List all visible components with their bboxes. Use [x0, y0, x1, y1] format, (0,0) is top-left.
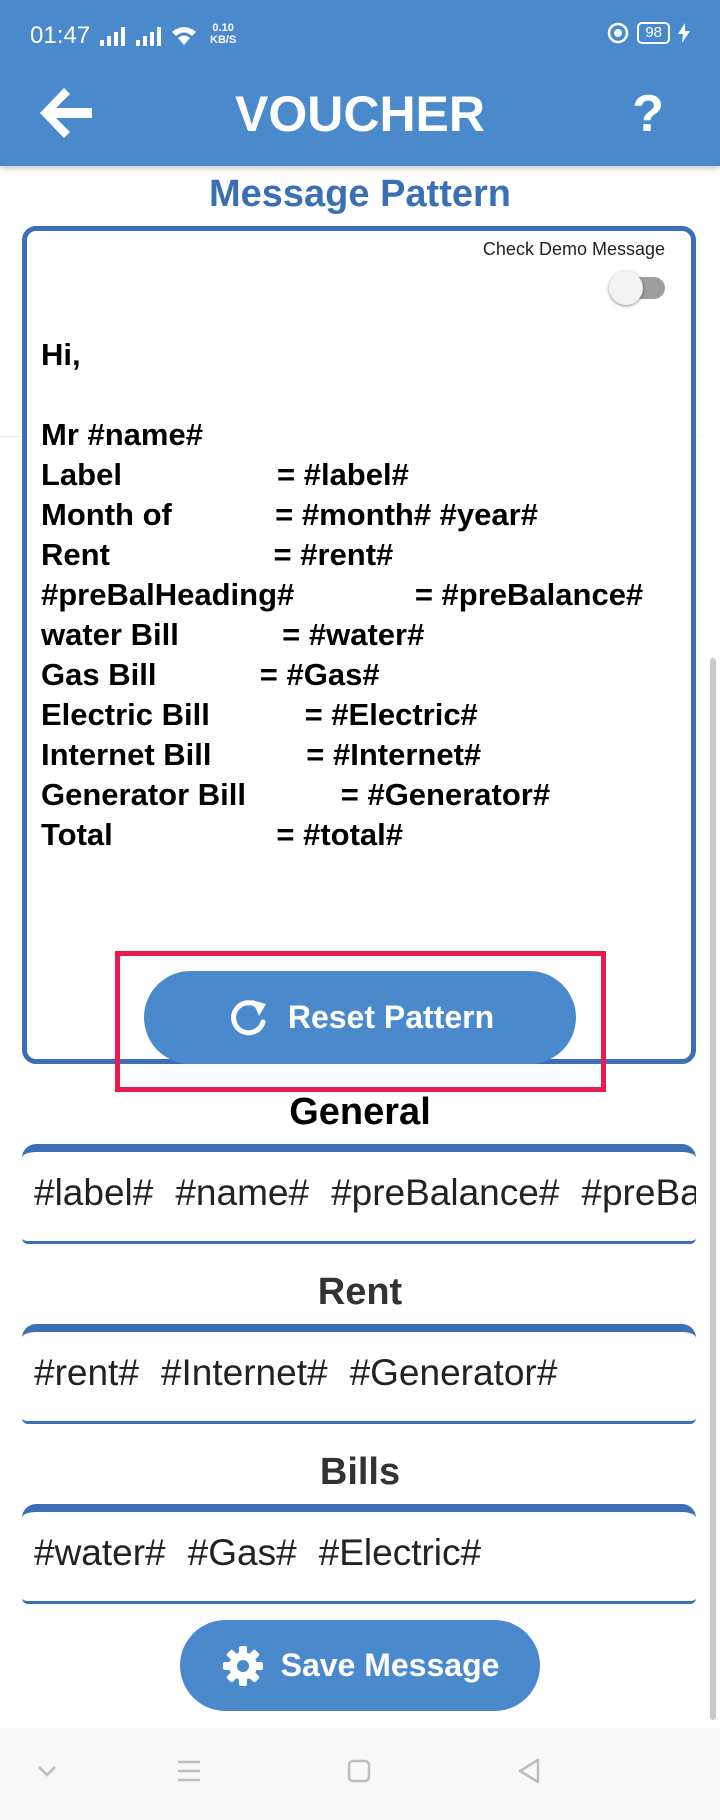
tag-chip[interactable]: #label#	[34, 1172, 153, 1214]
rent-tags: #rent# #Internet# #Generator#	[34, 1352, 557, 1394]
status-right: 98	[607, 22, 690, 44]
rent-title: Rent	[317, 1271, 403, 1313]
help-button[interactable]: ?	[632, 84, 664, 144]
bills-tags-row[interactable]: #water# #Gas# #Electric#	[22, 1504, 696, 1604]
message-pattern-box: Check Demo Message Hi, Mr #name# Label =…	[22, 226, 696, 1064]
toggle-knob	[609, 271, 643, 305]
demo-toggle-label: Check Demo Message	[482, 239, 665, 259]
tag-chip[interactable]: #Electric#	[319, 1532, 481, 1574]
tag-chip[interactable]: #preBalHeading#	[581, 1172, 696, 1214]
refresh-icon	[231, 999, 266, 1035]
menu-icon[interactable]	[176, 1756, 202, 1786]
tag-chip[interactable]: #Gas#	[188, 1532, 297, 1574]
vpn-icon	[608, 22, 629, 44]
tag-chip[interactable]: #name#	[175, 1172, 309, 1214]
tag-chip[interactable]: #water#	[34, 1532, 166, 1574]
gear-icon	[222, 1645, 263, 1686]
save-message-label: Save Message	[280, 1647, 500, 1683]
general-tags-row[interactable]: #label# #name# #preBalance# #preBalHeadi…	[22, 1144, 696, 1244]
tag-chip[interactable]: #Generator#	[350, 1352, 558, 1394]
tag-chip[interactable]: #Internet#	[161, 1352, 328, 1394]
message-pattern-text[interactable]: Hi, Mr #name# Label = #label# Month of =…	[41, 335, 643, 855]
page-title: VOUCHER	[234, 86, 486, 142]
tag-chip[interactable]: #preBalance#	[331, 1172, 559, 1214]
demo-message-toggle[interactable]	[609, 271, 665, 305]
battery-indicator: 98	[637, 22, 670, 44]
bills-title: Bills	[319, 1451, 401, 1493]
signal-icon	[100, 27, 196, 46]
speed-value: 0.10	[212, 22, 234, 34]
general-tags: #label# #name# #preBalance# #preBalHeadi…	[34, 1172, 696, 1214]
home-icon[interactable]	[346, 1756, 372, 1786]
bills-tags: #water# #Gas# #Electric#	[34, 1532, 481, 1574]
speed-unit: KB/S	[210, 34, 237, 46]
scrollbar[interactable]	[710, 658, 716, 1720]
rent-tags-row[interactable]: #rent# #Internet# #Generator#	[22, 1324, 696, 1424]
charging-icon	[678, 23, 690, 43]
save-message-button[interactable]: Save Message	[180, 1620, 540, 1711]
system-nav-bar	[0, 1728, 720, 1820]
reset-pattern-button[interactable]: Reset Pattern	[144, 971, 576, 1064]
back-triangle-icon[interactable]	[516, 1756, 542, 1786]
network-speed: 0.10 KB/S	[210, 22, 236, 46]
message-pattern-title: Message Pattern	[208, 173, 511, 215]
app-bar: 01:47 0.10 KB/S 98 VOUCHER ?	[0, 0, 720, 166]
tag-chip[interactable]: #rent#	[34, 1352, 139, 1394]
status-time: 01:47	[30, 22, 91, 49]
general-title: General	[289, 1091, 431, 1133]
chevron-down-icon[interactable]	[36, 1756, 58, 1786]
reset-pattern-label: Reset Pattern	[287, 999, 495, 1035]
